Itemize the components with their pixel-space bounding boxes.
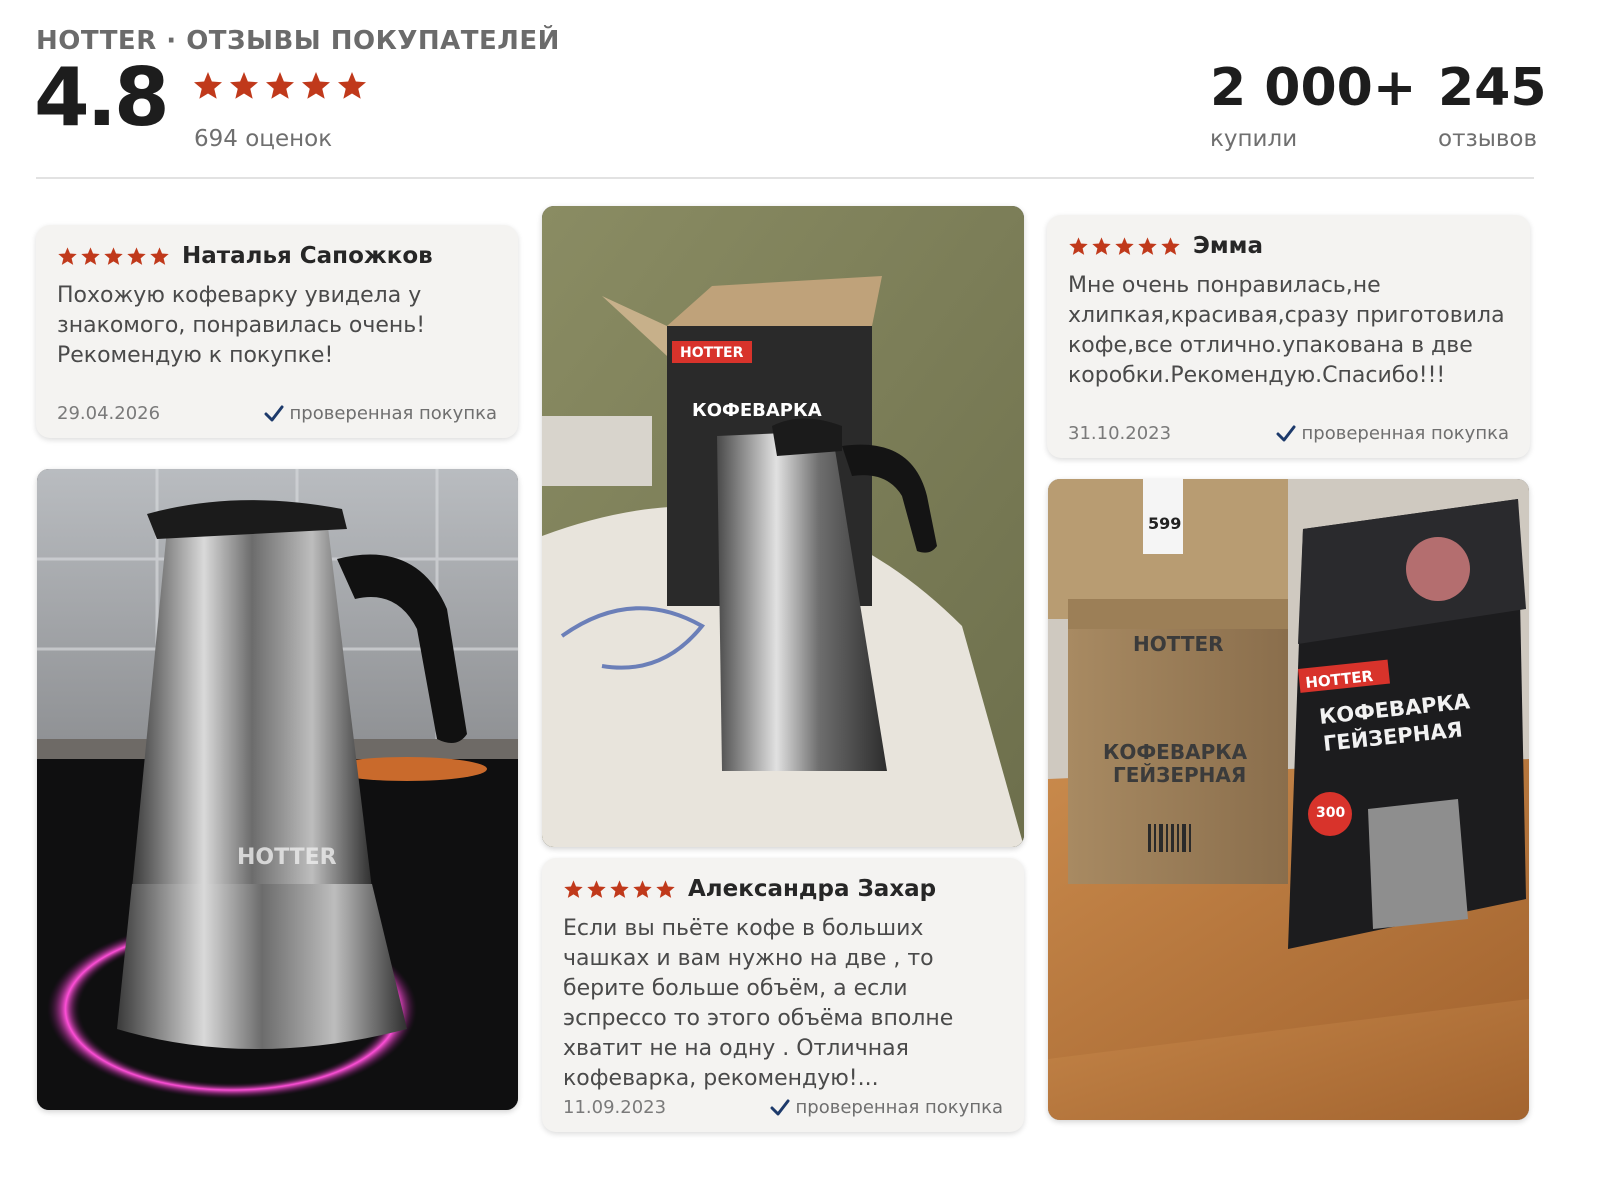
review-date: 29.04.2026 bbox=[57, 403, 161, 424]
checkmark-icon bbox=[1276, 425, 1296, 441]
price-tag: 599 bbox=[1148, 514, 1181, 533]
review-card[interactable]: Эмма Мне очень понравилась,не хлипкая,кр… bbox=[1047, 215, 1530, 458]
review-text: Если вы пьёте кофе в больших чашках и ва… bbox=[563, 916, 954, 1091]
verified-badge: проверенная покупка bbox=[770, 1097, 1003, 1118]
review-photo[interactable]: HOTTER КОФЕВАРКА bbox=[542, 206, 1024, 847]
stat-reviews-label: отзывов bbox=[1438, 126, 1538, 152]
review-date: 11.09.2023 bbox=[563, 1097, 667, 1118]
review-footer: 31.10.2023 проверенная покупка bbox=[1068, 423, 1509, 444]
average-rating: 4.8 bbox=[34, 51, 170, 144]
review-text: Мне очень понравилась,не хлипкая,красива… bbox=[1068, 273, 1505, 388]
star-icon bbox=[1069, 236, 1088, 255]
review-stars bbox=[57, 246, 170, 267]
star-icon bbox=[150, 246, 169, 265]
star-icon bbox=[564, 879, 583, 898]
carton-title-line1: КОФЕВАРКА bbox=[1103, 740, 1248, 764]
verified-label: проверенная покупка bbox=[795, 1097, 1003, 1118]
review-stars bbox=[563, 879, 676, 900]
review-photo[interactable]: 599 HOTTER КОФЕВАРКА ГЕЙЗЕРНАЯ HOTTER КО… bbox=[1048, 479, 1529, 1120]
stat-purchased-value: 2 000+ bbox=[1210, 58, 1417, 118]
box-volume-label: 300 bbox=[1316, 805, 1345, 821]
star-icon bbox=[587, 879, 606, 898]
star-icon bbox=[127, 246, 146, 265]
checkmark-icon bbox=[770, 1099, 790, 1115]
star-icon bbox=[81, 246, 100, 265]
review-footer: 11.09.2023 проверенная покупка bbox=[563, 1097, 1003, 1118]
star-icon bbox=[302, 72, 330, 99]
moka-pot-with-box-image: HOTTER КОФЕВАРКА bbox=[542, 206, 1024, 847]
review-author[interactable]: Эмма bbox=[1193, 233, 1263, 259]
pot-brand-label: HOTTER bbox=[237, 845, 337, 870]
star-icon bbox=[230, 72, 258, 99]
star-icon bbox=[656, 879, 675, 898]
review-footer: 29.04.2026 проверенная покупка bbox=[57, 403, 497, 424]
review-photo[interactable]: HOTTER bbox=[37, 469, 518, 1110]
verified-label: проверенная покупка bbox=[1301, 423, 1509, 444]
review-text: Похожую кофеварку увидела у знакомого, п… bbox=[57, 283, 426, 368]
box-brand-label: HOTTER bbox=[680, 345, 744, 361]
star-icon bbox=[610, 879, 629, 898]
star-icon bbox=[194, 72, 222, 99]
star-icon bbox=[1161, 236, 1180, 255]
moka-pot-on-stove-image: HOTTER bbox=[37, 469, 518, 1110]
verified-badge: проверенная покупка bbox=[264, 403, 497, 424]
stat-purchased: 2 000+ купили bbox=[1210, 62, 1416, 152]
review-date: 31.10.2023 bbox=[1068, 423, 1172, 444]
review-author[interactable]: Александра Захар bbox=[688, 876, 936, 902]
review-card[interactable]: Александра Захар Если вы пьёте кофе в бо… bbox=[542, 858, 1024, 1132]
rating-stars bbox=[192, 70, 368, 102]
carton-brand-label: HOTTER bbox=[1133, 632, 1224, 656]
star-icon bbox=[633, 879, 652, 898]
checkmark-icon bbox=[264, 405, 284, 421]
star-icon bbox=[266, 72, 294, 99]
header-divider bbox=[36, 177, 1534, 179]
stat-purchased-label: купили bbox=[1210, 126, 1298, 152]
review-card[interactable]: Наталья Сапожков Похожую кофеварку увиде… bbox=[36, 225, 518, 438]
product-boxes-image: 599 HOTTER КОФЕВАРКА ГЕЙЗЕРНАЯ HOTTER КО… bbox=[1048, 479, 1529, 1120]
stat-reviews-value: 245 bbox=[1438, 58, 1547, 118]
star-icon bbox=[1138, 236, 1157, 255]
carton-title-line2: ГЕЙЗЕРНАЯ bbox=[1113, 763, 1246, 787]
verified-badge: проверенная покупка bbox=[1276, 423, 1509, 444]
star-icon bbox=[1115, 236, 1134, 255]
stat-reviews: 245 отзывов bbox=[1438, 62, 1547, 152]
review-header: Александра Захар bbox=[563, 876, 1003, 902]
star-icon bbox=[338, 72, 366, 99]
review-header: Наталья Сапожков bbox=[57, 243, 497, 269]
review-header: Эмма bbox=[1068, 233, 1509, 259]
review-stars bbox=[1068, 236, 1181, 257]
review-author[interactable]: Наталья Сапожков bbox=[182, 243, 433, 269]
star-icon bbox=[1092, 236, 1111, 255]
ratings-count: 694 оценок bbox=[194, 126, 333, 152]
box-title-label: КОФЕВАРКА bbox=[692, 400, 822, 421]
star-icon bbox=[104, 246, 123, 265]
verified-label: проверенная покупка bbox=[289, 403, 497, 424]
star-icon bbox=[58, 246, 77, 265]
